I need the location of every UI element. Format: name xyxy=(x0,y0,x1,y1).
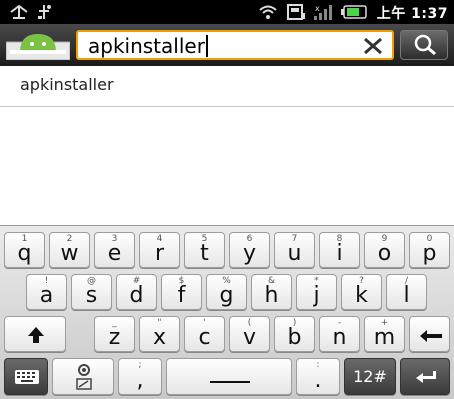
gear-icon xyxy=(75,363,93,395)
key-c[interactable]: ' c xyxy=(184,316,225,352)
key-n[interactable]: -n xyxy=(319,316,360,352)
signal-icon: x xyxy=(312,2,334,22)
search-bar: apkinstaller xyxy=(0,24,454,66)
usb-icon xyxy=(8,2,30,22)
soft-keyboard: 1q 2w 3e 4r 5t 6y 7u 8i 9o 0p ! a @ s # d $… xyxy=(0,225,454,399)
key-f[interactable]: $ f xyxy=(161,274,202,310)
backspace-icon xyxy=(419,328,443,347)
search-input-text: apkinstaller xyxy=(88,34,208,58)
text-caret xyxy=(205,35,208,57)
debug-icon xyxy=(34,2,54,22)
key-s[interactable]: @ s xyxy=(71,274,112,310)
shift-icon xyxy=(27,326,45,348)
status-time: 上午 1:37 xyxy=(376,6,448,22)
key-k[interactable]: ? k xyxy=(341,274,382,310)
sd-card-icon xyxy=(285,2,307,22)
results-area xyxy=(0,107,454,225)
wifi-icon xyxy=(258,2,278,22)
enter-key[interactable] xyxy=(400,358,450,395)
space-bar-icon xyxy=(210,381,250,383)
backspace-key[interactable] xyxy=(409,316,450,352)
search-input[interactable]: apkinstaller xyxy=(76,30,394,60)
search-button[interactable] xyxy=(400,30,448,60)
android-app-icon xyxy=(5,30,71,61)
shift-key[interactable] xyxy=(4,316,66,352)
enter-icon xyxy=(414,370,438,390)
key-e[interactable]: 3e xyxy=(94,232,135,268)
settings-key[interactable] xyxy=(52,358,114,395)
symbols-mode-key[interactable]: 12# xyxy=(344,358,396,395)
key-i[interactable]: 8i xyxy=(319,232,360,268)
status-bar: x 上午 1:37 xyxy=(0,0,454,24)
space-key[interactable] xyxy=(166,358,292,395)
key-o[interactable]: 9o xyxy=(364,232,405,268)
key-h[interactable]: & h xyxy=(251,274,292,310)
key-m[interactable]: + m xyxy=(364,316,405,352)
key-l[interactable]: / l xyxy=(386,274,427,310)
key-comma[interactable]: ;, xyxy=(118,358,162,395)
keyboard-switch-key[interactable] xyxy=(4,358,48,395)
key-x[interactable]: " x xyxy=(139,316,180,352)
key-d[interactable]: # d xyxy=(116,274,157,310)
battery-icon xyxy=(340,2,368,22)
svg-text:x: x xyxy=(315,4,320,13)
keyboard-icon xyxy=(14,369,40,389)
key-w[interactable]: 2w xyxy=(49,232,90,268)
key-q[interactable]: 1q xyxy=(4,232,45,268)
key-period[interactable]: :. xyxy=(296,358,340,395)
suggestion-text: apkinstaller xyxy=(20,75,114,94)
key-u[interactable]: 7u xyxy=(274,232,315,268)
search-query: apkinstaller xyxy=(88,34,205,58)
suggestion-item[interactable]: apkinstaller xyxy=(0,66,454,107)
search-icon xyxy=(413,34,437,60)
key-j[interactable]: * j xyxy=(296,274,337,310)
key-r[interactable]: 4r xyxy=(139,232,180,268)
key-b[interactable]: ) b xyxy=(274,316,315,352)
key-a[interactable]: ! a xyxy=(26,274,67,310)
key-p[interactable]: 0p xyxy=(409,232,450,268)
key-z[interactable]: _ z xyxy=(94,316,135,352)
close-icon[interactable] xyxy=(360,34,386,58)
key-y[interactable]: 6y xyxy=(229,232,270,268)
key-g[interactable]: % g xyxy=(206,274,247,310)
key-v[interactable]: (v xyxy=(229,316,270,352)
key-t[interactable]: 5t xyxy=(184,232,225,268)
